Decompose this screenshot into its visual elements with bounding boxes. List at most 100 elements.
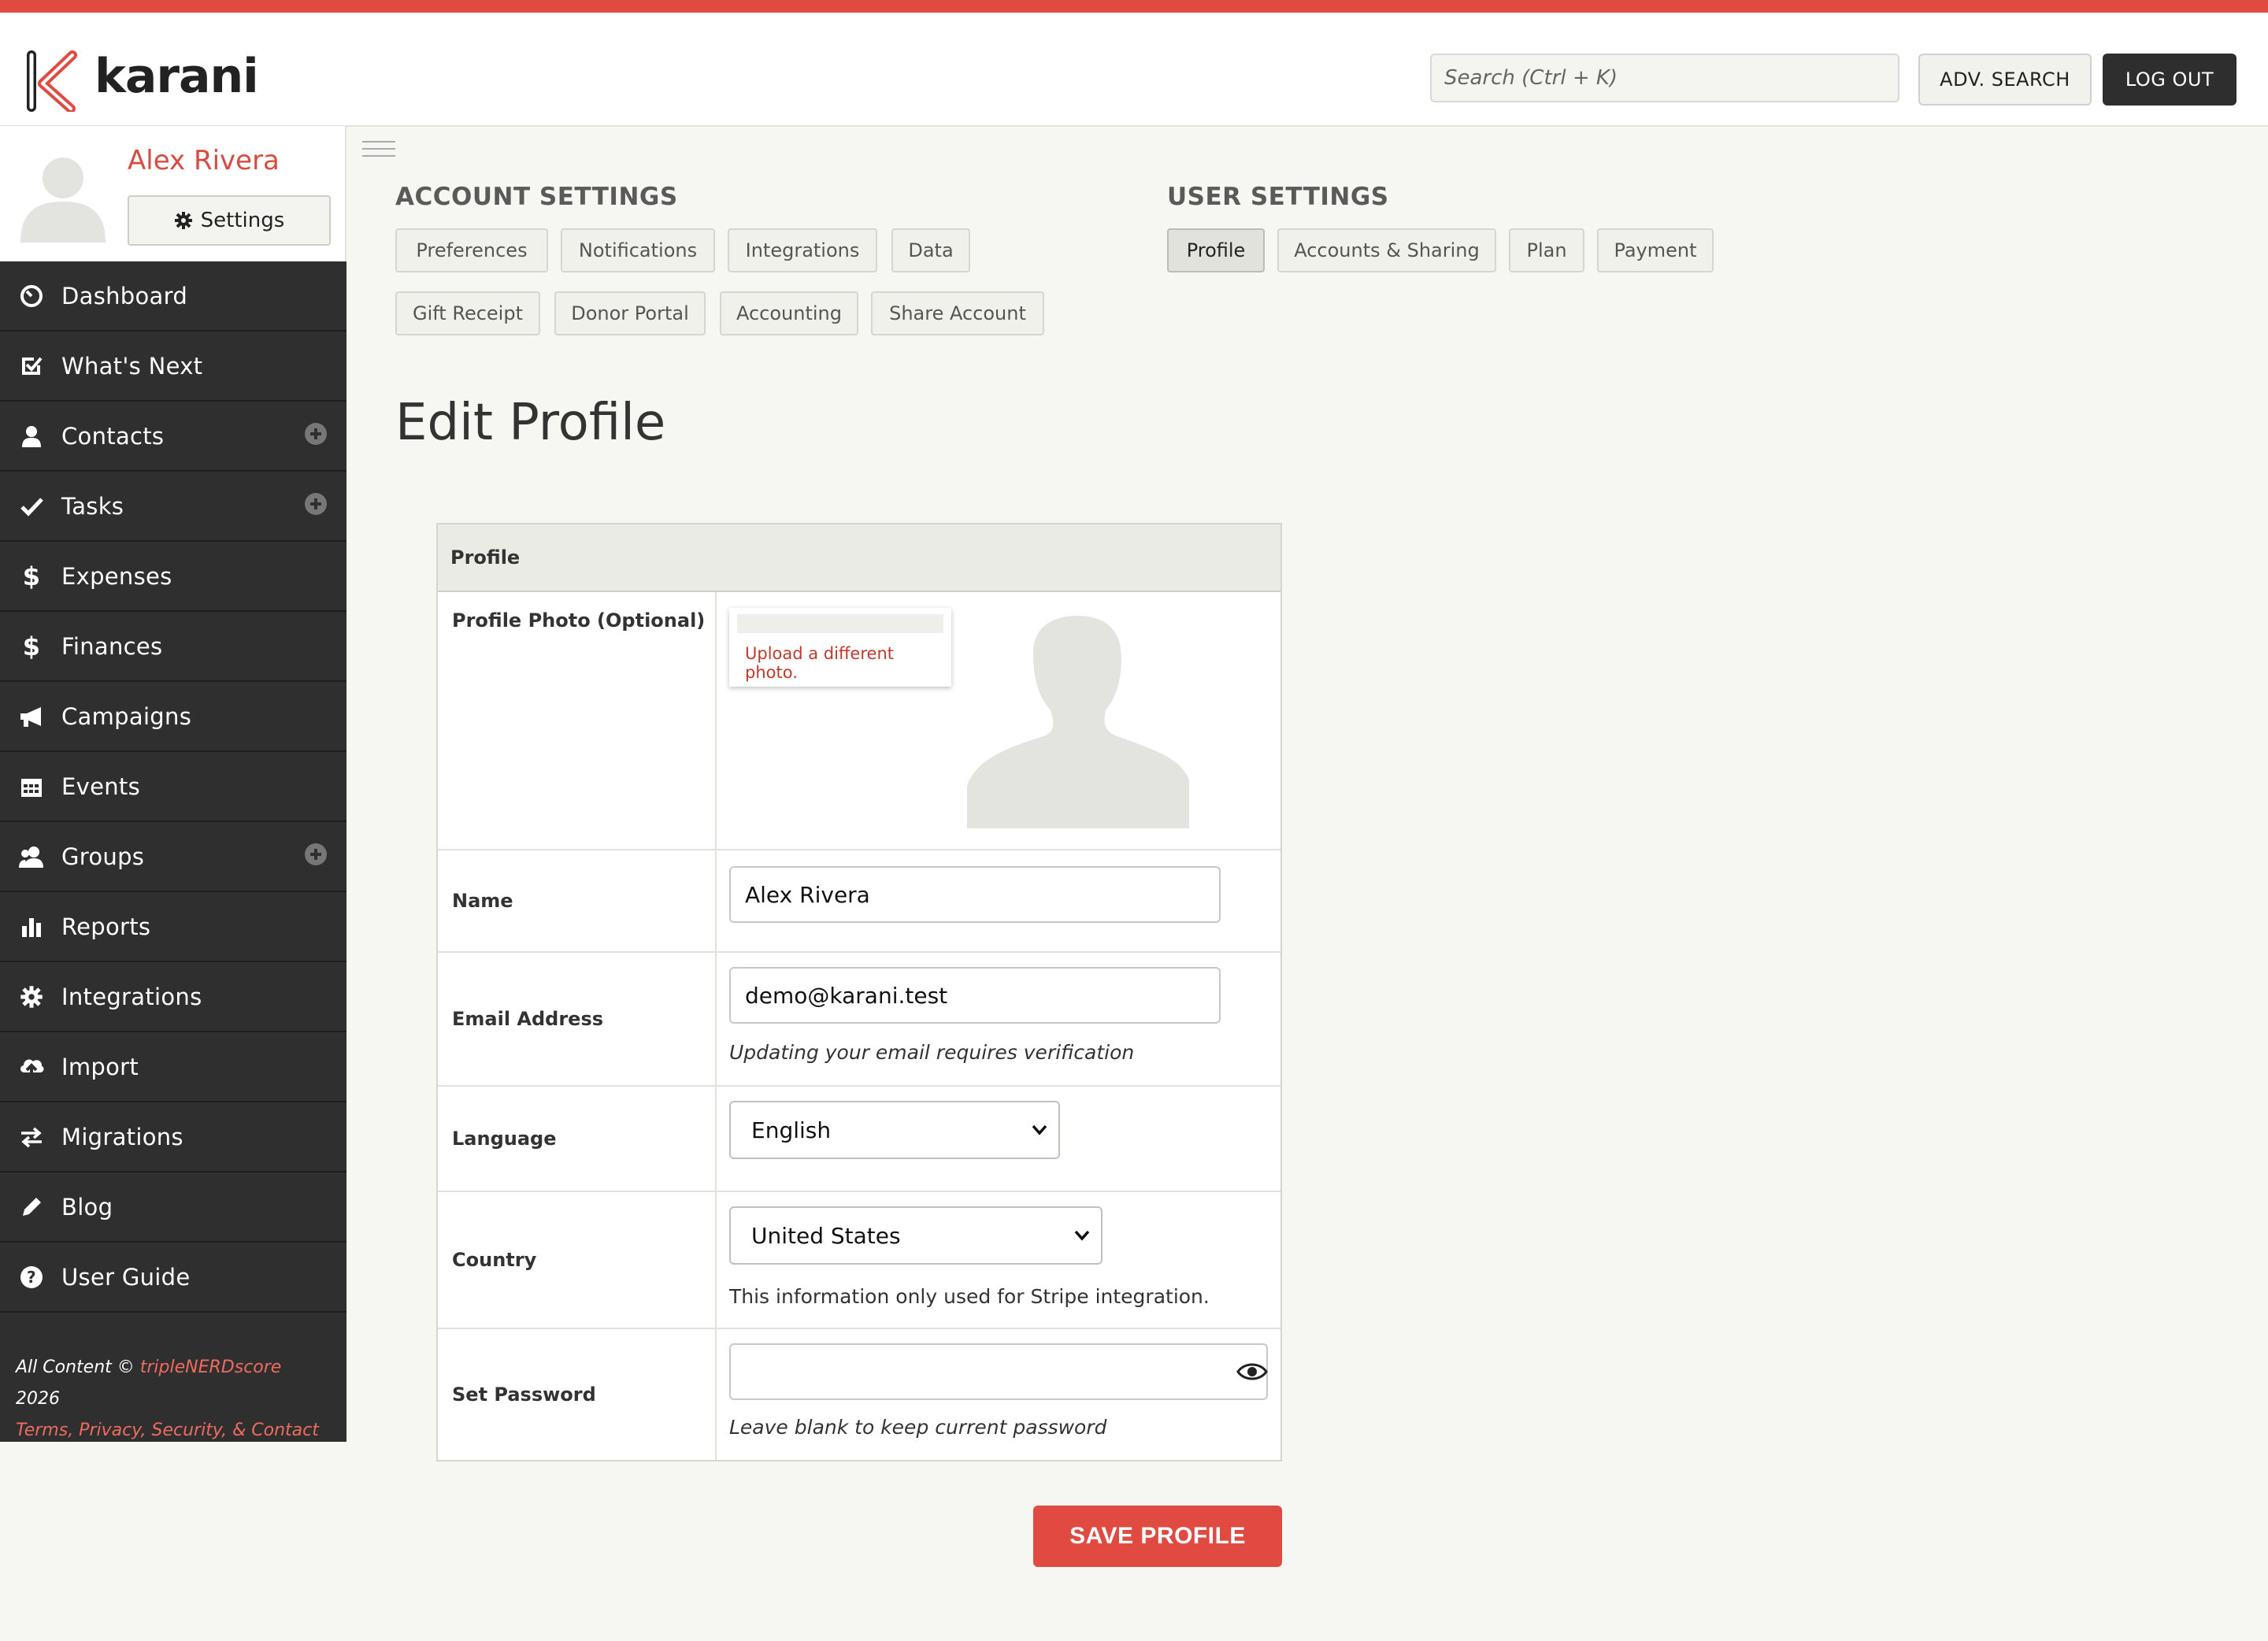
settings-label: Settings xyxy=(200,209,285,232)
row-email: Email Address demo@karani.test Updating … xyxy=(438,953,1280,1087)
add-group-icon[interactable] xyxy=(304,843,328,866)
sidebar-item-label: Tasks xyxy=(61,492,124,520)
sidebar-item-label: Blog xyxy=(61,1193,113,1221)
tab-accounting[interactable]: Accounting xyxy=(720,291,858,335)
sidebar-item-label: Dashboard xyxy=(61,282,188,309)
add-task-icon[interactable] xyxy=(304,492,328,516)
sidebar-item-groups[interactable]: Groups xyxy=(0,822,346,892)
upload-photo-link[interactable]: Upload a different photo. xyxy=(745,644,951,682)
tab-data[interactable]: Data xyxy=(891,228,970,272)
sidebar-item-integrations[interactable]: Integrations xyxy=(0,962,346,1032)
chevron-down-icon xyxy=(1074,1230,1090,1241)
email-field[interactable]: demo@karani.test xyxy=(729,967,1221,1024)
sidebar-item-label: Finances xyxy=(61,632,163,660)
sidebar-item-label: Import xyxy=(61,1053,139,1080)
tab-profile[interactable]: Profile xyxy=(1167,228,1265,272)
sidebar-item-label: Integrations xyxy=(61,983,202,1010)
sidebar-footer: All Content © tripleNERDscore 2026 Terms… xyxy=(0,1313,346,1442)
email-help-text: Updating your email requires verificatio… xyxy=(729,1041,1135,1064)
sidebar-item-label: Reports xyxy=(61,913,151,940)
sidebar-nav: Dashboard What's Next Contacts Tasks $ E… xyxy=(0,261,346,1313)
profile-table: Profile Profile Photo (Optional) Upload … xyxy=(436,523,1282,1461)
sidebar-item-events[interactable]: Events xyxy=(0,752,346,822)
user-name[interactable]: Alex Rivera xyxy=(128,145,280,176)
page-title: Edit Profile xyxy=(395,394,666,452)
country-help-text: This information only used for Stripe in… xyxy=(729,1285,1210,1308)
tab-plan[interactable]: Plan xyxy=(1509,228,1584,272)
sidebar-item-label: User Guide xyxy=(61,1263,191,1291)
row-language: Language English xyxy=(438,1087,1280,1192)
upload-photo-card[interactable]: Upload a different photo. xyxy=(729,608,951,687)
dollar-icon: $ xyxy=(22,631,41,661)
copyright-year: 2026 xyxy=(16,1389,60,1409)
row-country: Country United States This information o… xyxy=(438,1192,1280,1329)
sidebar-item-dashboard[interactable]: Dashboard xyxy=(0,261,346,332)
pencil-icon xyxy=(23,1197,41,1216)
sidebar-item-expenses[interactable]: $ Expenses xyxy=(0,542,346,612)
exchange-icon xyxy=(21,1127,42,1147)
sidebar-item-label: Migrations xyxy=(61,1123,183,1150)
language-select[interactable]: English xyxy=(729,1101,1060,1159)
brand-name: karani xyxy=(94,49,259,104)
sidebar-item-reports[interactable]: Reports xyxy=(0,892,346,962)
chevron-down-icon xyxy=(1032,1124,1047,1135)
user-settings-button[interactable]: Settings xyxy=(128,195,331,246)
checkmark-icon xyxy=(20,497,43,517)
logout-button[interactable]: LOG OUT xyxy=(2103,54,2236,106)
question-icon: ? xyxy=(20,1265,43,1288)
sidebar-item-import[interactable]: Import xyxy=(0,1032,346,1102)
sidebar-item-user-guide[interactable]: ? User Guide xyxy=(0,1243,346,1313)
save-profile-button[interactable]: SAVE PROFILE xyxy=(1033,1506,1282,1567)
sidebar-item-finances[interactable]: $ Finances xyxy=(0,612,346,682)
sidebar-item-contacts[interactable]: Contacts xyxy=(0,402,346,472)
sidebar-item-label: Expenses xyxy=(61,562,172,590)
tab-notifications[interactable]: Notifications xyxy=(561,228,715,272)
group-icon xyxy=(19,846,43,868)
sidebar-item-tasks[interactable]: Tasks xyxy=(0,472,346,542)
name-field[interactable]: Alex Rivera xyxy=(729,866,1221,923)
eye-icon[interactable] xyxy=(1236,1361,1268,1383)
tab-accounts-sharing[interactable]: Accounts & Sharing xyxy=(1277,228,1496,272)
user-box: Alex Rivera Settings xyxy=(0,126,346,261)
avatar[interactable] xyxy=(14,145,112,243)
dollar-icon: $ xyxy=(22,561,41,591)
country-select[interactable]: United States xyxy=(729,1206,1102,1265)
sidebar-item-label: Campaigns xyxy=(61,702,192,730)
language-value: English xyxy=(751,1117,832,1143)
sidebar-item-blog[interactable]: Blog xyxy=(0,1172,346,1243)
sidebar-toggle-icon[interactable] xyxy=(362,140,395,157)
tab-donor-portal[interactable]: Donor Portal xyxy=(554,291,706,335)
cloud-upload-icon xyxy=(20,1059,44,1077)
password-label: Set Password xyxy=(438,1329,717,1460)
gear-icon xyxy=(174,212,192,229)
sidebar-item-campaigns[interactable]: Campaigns xyxy=(0,682,346,752)
company-link[interactable]: tripleNERDscore xyxy=(140,1358,282,1377)
password-field[interactable] xyxy=(729,1343,1268,1400)
language-label: Language xyxy=(438,1087,717,1191)
legal-links[interactable]: Terms, Privacy, Security, & Contact xyxy=(16,1415,331,1447)
tab-gift-receipt[interactable]: Gift Receipt xyxy=(395,291,540,335)
sidebar-item-label: What's Next xyxy=(61,352,203,380)
country-label: Country xyxy=(438,1192,717,1328)
sidebar-item-whats-next[interactable]: What's Next xyxy=(0,332,346,402)
calendar-icon xyxy=(21,778,42,797)
tab-preferences[interactable]: Preferences xyxy=(395,228,548,272)
tab-payment[interactable]: Payment xyxy=(1597,228,1714,272)
tab-integrations[interactable]: Integrations xyxy=(728,228,877,272)
sidebar-item-label: Groups xyxy=(61,843,145,870)
row-profile-photo: Profile Photo (Optional) Upload a differ… xyxy=(438,592,1280,850)
sidebar: Alex Rivera Settings Dashboard What's Ne… xyxy=(0,126,346,1442)
app-header: karani ADV. SEARCH LOG OUT xyxy=(0,13,2268,127)
password-help-text: Leave blank to keep current password xyxy=(729,1416,1107,1439)
add-contact-icon[interactable] xyxy=(304,422,328,446)
account-settings-title: ACCOUNT SETTINGS xyxy=(395,183,678,211)
person-icon xyxy=(22,425,41,447)
dashboard-icon xyxy=(20,284,43,307)
sidebar-item-migrations[interactable]: Migrations xyxy=(0,1102,346,1172)
svg-text:?: ? xyxy=(27,1268,36,1287)
tab-share-account[interactable]: Share Account xyxy=(871,291,1044,335)
adv-search-button[interactable]: ADV. SEARCH xyxy=(1918,54,2092,106)
sidebar-item-label: Events xyxy=(61,772,140,800)
profile-photo-placeholder xyxy=(967,606,1189,828)
search-input[interactable] xyxy=(1430,54,1899,102)
